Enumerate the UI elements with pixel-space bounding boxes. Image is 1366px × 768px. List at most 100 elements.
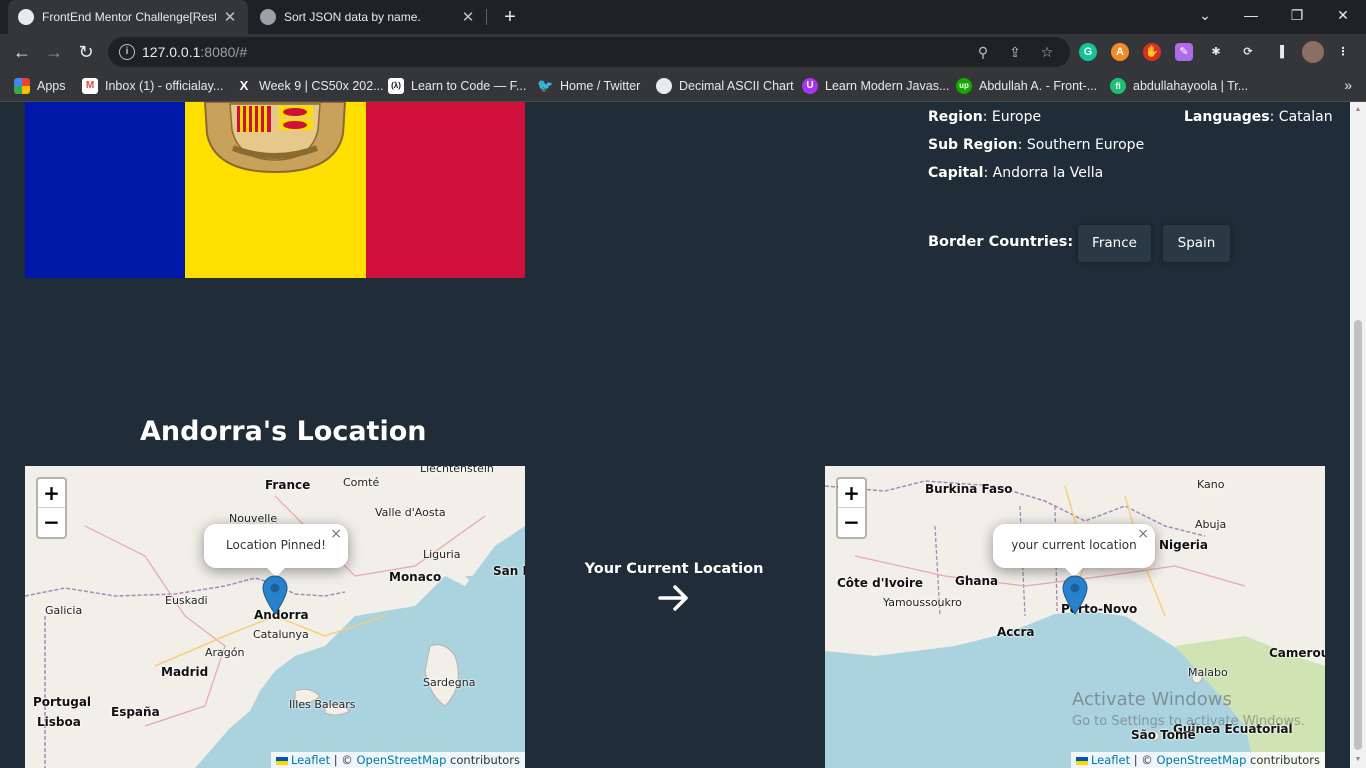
bookmark-label: Apps	[37, 79, 66, 93]
extensions-puzzle-icon[interactable]: ✱	[1207, 43, 1225, 61]
zoom-out-button[interactable]: −	[38, 508, 65, 537]
map-label: Burkina Faso	[925, 482, 1013, 496]
new-tab-plus-icon[interactable]: +	[498, 5, 522, 29]
languages-value: Catalan	[1278, 109, 1333, 125]
languages-row: Languages: Catalan	[1184, 109, 1333, 125]
share-icon[interactable]: ⇪	[1006, 43, 1024, 61]
map-marker-icon[interactable]	[1062, 575, 1088, 615]
openstreetmap-link[interactable]: OpenStreetMap	[356, 753, 446, 767]
close-icon[interactable]: ✕	[222, 8, 238, 26]
map-label: Liguria	[423, 548, 461, 561]
border-country-button-france[interactable]: France	[1078, 225, 1151, 262]
profile-avatar[interactable]	[1302, 41, 1324, 63]
bookmark-apps[interactable]: Apps	[14, 77, 66, 95]
border-country-button-spain[interactable]: Spain	[1163, 225, 1230, 262]
map-label: São Tomé	[1131, 728, 1196, 742]
map-label: Aragón	[205, 646, 245, 659]
back-arrow-icon[interactable]: ←	[9, 39, 35, 65]
address-bar[interactable]: i 127.0.0.1:8080/# ⚲ ⇪ ☆	[108, 37, 1070, 67]
freecodecamp-icon: (λ)	[388, 78, 404, 94]
scrollbar-thumb[interactable]	[1354, 320, 1362, 750]
grammarly-icon[interactable]: G	[1079, 43, 1097, 61]
bookmark-gmail[interactable]: M Inbox (1) - officialay...	[82, 77, 223, 95]
map-label: Lisboa	[37, 715, 81, 729]
andorra-flag-image	[25, 102, 525, 278]
udemy-icon: U	[802, 78, 818, 94]
activate-windows-watermark: Activate Windows	[1072, 689, 1232, 710]
bookmark-ascii-chart[interactable]: Decimal ASCII Chart	[656, 77, 794, 95]
bookmark-label: abdullahayoola | Tr...	[1133, 79, 1249, 93]
map-label: Yamoussoukro	[883, 596, 962, 609]
url-text[interactable]: 127.0.0.1:8080/#	[142, 44, 247, 60]
bookmark-upwork[interactable]: up Abdullah A. - Front-...	[956, 77, 1097, 95]
zoom-in-button[interactable]: +	[38, 479, 65, 508]
extension-purple-icon[interactable]: ✎	[1175, 43, 1193, 61]
scroll-up-icon[interactable]: ▲	[1354, 106, 1362, 114]
current-location-label: Your Current Location	[584, 561, 764, 577]
region-label: Region	[928, 109, 983, 125]
scroll-down-icon[interactable]: ▼	[1354, 756, 1362, 764]
bookmark-udemy[interactable]: U Learn Modern Javas...	[802, 77, 949, 95]
map-marker-icon[interactable]	[262, 575, 288, 615]
zoom-out-button[interactable]: −	[838, 508, 865, 537]
bookmark-cs50[interactable]: X Week 9 | CS50x 202...	[236, 77, 384, 95]
map-label: Valle d'Aosta	[375, 506, 446, 519]
arrow-right-icon[interactable]	[656, 580, 692, 616]
map-label: Côte d'Ivoire	[837, 576, 924, 590]
page-scrollbar[interactable]: ▲ ▼	[1350, 102, 1366, 768]
location-pin-icon[interactable]: ⚲	[974, 43, 992, 61]
map-popup: Location Pinned! ×	[204, 524, 348, 577]
close-icon[interactable]: ×	[330, 526, 342, 542]
extension-orange-icon[interactable]: A	[1111, 43, 1129, 61]
map-label: Comté	[343, 476, 380, 489]
bookmark-twitter[interactable]: 🐦 Home / Twitter	[537, 77, 640, 95]
close-icon[interactable]: ✕	[460, 8, 476, 26]
map-popup: your current location ×	[993, 524, 1155, 577]
bookmark-label: Decimal ASCII Chart	[679, 79, 794, 93]
ukraine-flag-icon	[1075, 756, 1088, 765]
leaflet-link[interactable]: Leaflet	[1091, 753, 1130, 767]
country-location-map[interactable]: France Liechtenstein Nouvelle Monaco San…	[25, 466, 525, 768]
location-heading: Andorra's Location	[140, 416, 427, 447]
map-attribution: Leaflet | © OpenStreetMap contributors	[270, 752, 525, 768]
tab-title: FrontEnd Mentor Challenge[Rest	[42, 10, 216, 24]
side-panel-icon[interactable]: ▐	[1271, 43, 1289, 61]
bookmark-label: Learn to Code — F...	[411, 79, 527, 93]
bookmark-freecodecamp[interactable]: (λ) Learn to Code — F...	[388, 77, 526, 95]
map-label: Portugal	[33, 695, 92, 709]
forward-arrow-icon[interactable]: →	[41, 39, 67, 65]
capital-label: Capital	[928, 165, 984, 181]
tab-frontend-mentor[interactable]: FrontEnd Mentor Challenge[Rest ✕	[8, 0, 248, 34]
window-close-icon[interactable]: ✕	[1320, 0, 1366, 30]
close-icon[interactable]: ×	[1137, 526, 1149, 542]
bookmark-label: Learn Modern Javas...	[825, 79, 950, 93]
bookmark-label: Abdullah A. - Front-...	[979, 79, 1098, 93]
menu-kebab-icon[interactable]: ⋮	[1334, 43, 1352, 61]
leaflet-link[interactable]: Leaflet	[291, 753, 330, 767]
chevron-down-icon[interactable]: ⌄	[1182, 0, 1228, 30]
tab-sort-json[interactable]: Sort JSON data by name. ✕	[250, 0, 486, 34]
map-label: Accra	[997, 625, 1035, 639]
bookmark-fiverr[interactable]: fi abdullahayoola | Tr...	[1110, 77, 1248, 95]
ukraine-flag-icon	[275, 756, 288, 765]
fiverr-icon: fi	[1110, 78, 1126, 94]
minimize-icon[interactable]: —	[1228, 0, 1274, 30]
map-attribution: Leaflet | © OpenStreetMap contributors	[1070, 752, 1325, 768]
map-label: Illes Balears	[289, 698, 356, 711]
double-chevron-right-icon[interactable]: »	[1344, 77, 1352, 93]
map-label: Sardegna	[423, 676, 476, 689]
performance-icon[interactable]: ⟳	[1239, 43, 1257, 61]
map-label: Catalunya	[253, 628, 309, 641]
restore-icon[interactable]: ❐	[1274, 0, 1320, 30]
bookmark-star-icon[interactable]: ☆	[1038, 43, 1056, 61]
site-info-icon[interactable]: i	[119, 44, 135, 60]
activate-windows-subtext: Go to Settings to activate Windows.	[1072, 714, 1305, 729]
zoom-in-button[interactable]: +	[838, 479, 865, 508]
map-label: Euskadi	[165, 594, 208, 607]
tab-divider	[486, 9, 487, 25]
extension-red-hand-icon[interactable]: ✋	[1143, 43, 1161, 61]
reload-icon[interactable]: ↻	[73, 39, 99, 65]
openstreetmap-link[interactable]: OpenStreetMap	[1156, 753, 1246, 767]
region-row: Region: Europe	[928, 109, 1042, 125]
x-logo-icon: X	[239, 78, 249, 93]
